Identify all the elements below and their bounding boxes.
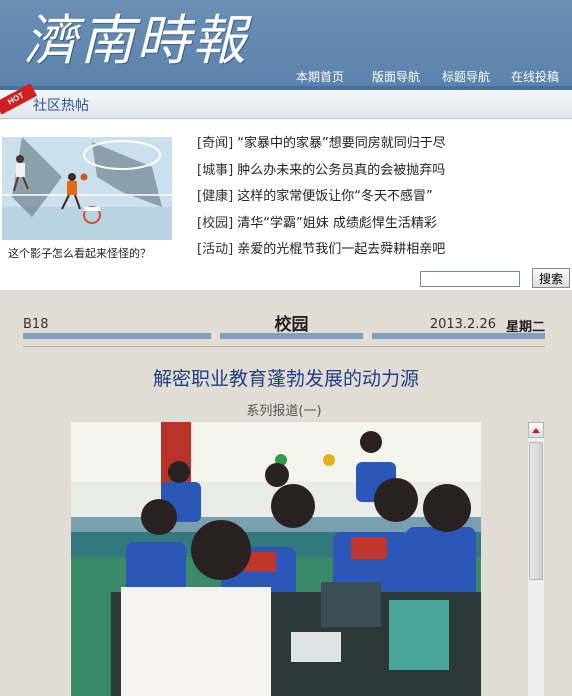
section-title: 校园: [274, 315, 309, 335]
article-photo[interactable]: [71, 422, 481, 696]
list-item[interactable]: [校园] 清华“学霸”姐妹 成绩彪悍生活精彩: [197, 213, 567, 240]
list-item[interactable]: [奇闻] “家暴中的家暴”想要同房就同归于尽: [197, 133, 567, 160]
photo-caption[interactable]: 这个影子怎么看起来怪怪的？: [8, 245, 151, 261]
post-title[interactable]: 肿么办未来的公务员真的会被抛弃吗: [237, 163, 445, 178]
community-photo[interactable]: [2, 137, 172, 240]
scroll-up-button[interactable]: [528, 422, 544, 438]
basketball-shadow-image: [2, 137, 172, 240]
post-tag: [活动]: [197, 242, 234, 257]
list-item[interactable]: [健康] 这样的家常便饭让你“冬天不感冒”: [197, 186, 567, 213]
list-item[interactable]: [城事] 肿么办未来的公务员真的会被抛弃吗: [197, 160, 567, 187]
community-bar: HOT 社区热帖: [0, 83, 572, 119]
post-title[interactable]: 亲爱的光棍节我们一起去舜耕相亲吧: [237, 242, 445, 257]
site-header: 濟南時報 本期首页 版面导航 标题导航 在线投稿: [0, 0, 572, 90]
community-panel: 这个影子怎么看起来怪怪的？ [奇闻] “家暴中的家暴”想要同房就同归于尽 [城事…: [0, 119, 572, 266]
post-title[interactable]: “家暴中的家暴”想要同房就同归于尽: [237, 136, 445, 151]
hot-posts-list: [奇闻] “家暴中的家暴”想要同房就同归于尽 [城事] 肿么办未来的公务员真的会…: [197, 133, 567, 266]
header-rule-right: [372, 333, 545, 339]
article-subhead: 系列报道(一): [246, 404, 322, 419]
post-title[interactable]: 这样的家常便饭让你“冬天不感冒”: [237, 189, 432, 204]
nav-online-submission[interactable]: 在线投稿: [511, 68, 559, 85]
article-headline[interactable]: 解密职业教育蓬勃发展的动力源: [0, 364, 572, 391]
scroll-thumb[interactable]: [529, 442, 543, 580]
nav-page-navigation[interactable]: 版面导航: [372, 68, 420, 85]
nav-current-issue[interactable]: 本期首页: [296, 68, 344, 85]
issue-date: 2013.2.26: [429, 317, 496, 332]
list-item[interactable]: [活动] 亲爱的光棍节我们一起去舜耕相亲吧: [197, 239, 567, 266]
page-number: B18: [23, 317, 49, 332]
workshop-students-image: [71, 422, 481, 696]
site-logo[interactable]: 濟南時報: [24, 6, 248, 76]
caret-up-icon: [532, 428, 540, 433]
header-rule-center: [220, 333, 363, 339]
post-tag: [城事]: [197, 162, 234, 178]
post-tag: [校园]: [197, 215, 234, 231]
top-nav: 本期首页 版面导航 标题导航 在线投稿: [0, 68, 572, 86]
search-button[interactable]: 搜索: [532, 268, 570, 288]
article-area: B18 校园 2013.2.26 星期二 解密职业教育蓬勃发展的动力源 系列报道…: [0, 290, 572, 696]
nav-title-navigation[interactable]: 标题导航: [442, 68, 490, 85]
divider: [23, 346, 545, 347]
search-input[interactable]: [420, 271, 520, 287]
post-tag: [奇闻]: [197, 136, 234, 151]
post-tag: [健康]: [197, 189, 234, 204]
community-title: 社区热帖: [33, 98, 89, 114]
post-title[interactable]: 清华“学霸”姐妹 成绩彪悍生活精彩: [237, 216, 437, 231]
photo-scrollbar[interactable]: [528, 422, 544, 696]
search-row: 搜索: [0, 266, 572, 290]
header-rule-left: [23, 333, 211, 339]
